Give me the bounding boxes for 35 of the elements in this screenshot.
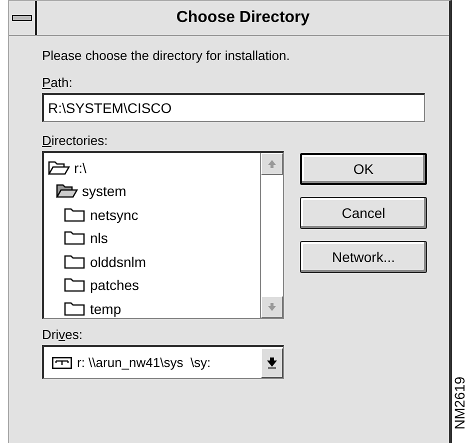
directory-item[interactable]: system [82, 183, 126, 200]
open-folder-icon [48, 160, 70, 176]
dropdown-button[interactable] [261, 348, 283, 378]
scroll-up-button[interactable] [261, 153, 283, 175]
folder-icon [64, 277, 86, 294]
directory-item[interactable]: nls [90, 230, 108, 246]
window-title: Choose Directory [175, 9, 311, 27]
dialog-button[interactable]: Cancel [300, 197, 427, 229]
up-arrow-icon [267, 159, 277, 169]
directory-item[interactable]: r:\ [74, 160, 86, 176]
folder-icon [64, 254, 86, 270]
drives-label: Drives: [42, 327, 84, 342]
directory-item[interactable]: patches [90, 277, 140, 294]
drives-dropdown[interactable]: r: \\arun_nw41\sys \sy: [42, 345, 284, 379]
folder-icon [64, 300, 86, 317]
directory-list[interactable]: r:\ system netsync nls olddsnlm patches temp [42, 151, 284, 319]
directory-item[interactable]: netsync [90, 206, 138, 223]
directories-label: Directories: [42, 133, 109, 148]
down-arrow-icon [267, 302, 277, 312]
network-drive-icon [52, 356, 72, 368]
directory-item[interactable]: temp [90, 300, 122, 317]
directory-item[interactable]: olddsnlm [90, 254, 146, 270]
drive-value: r: \\arun_nw41\sys \sy: [77, 355, 212, 370]
path-field[interactable]: R:\SYSTEM\CISCO [42, 93, 425, 122]
scroll-down-button[interactable] [261, 296, 283, 318]
down-arrow-icon [267, 356, 277, 368]
folder-icon [64, 230, 86, 246]
folder-icon [64, 206, 86, 223]
figure-id: NM2619 [452, 376, 468, 430]
dialog-button[interactable]: Network... [300, 241, 427, 273]
system-menu-button[interactable] [9, 1, 37, 35]
open-folder-icon [56, 183, 78, 200]
dialog-button[interactable]: OK [300, 153, 427, 185]
instruction-text: Please choose the directory for installation. [42, 48, 291, 63]
path-label: Path: [42, 75, 74, 90]
